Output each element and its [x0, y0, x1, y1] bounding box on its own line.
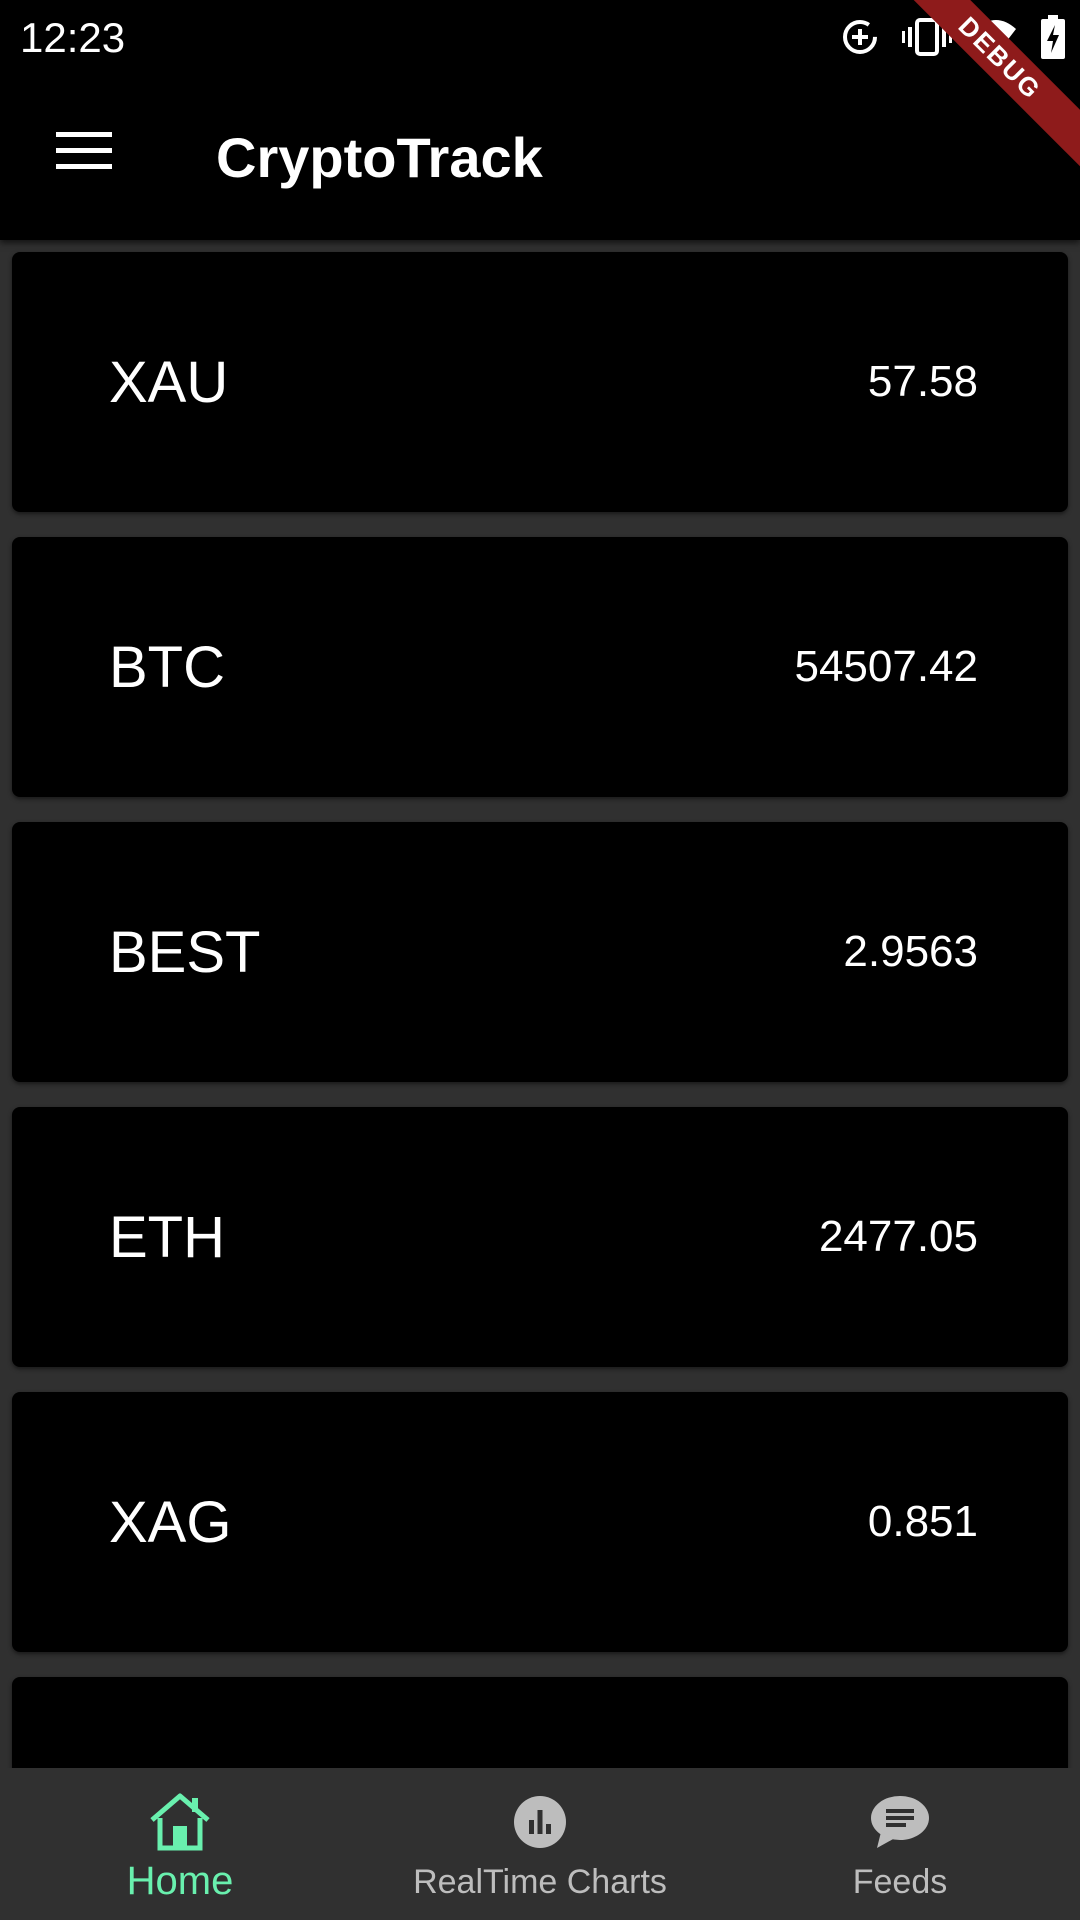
asset-card[interactable]: XAG 0.851 [12, 1392, 1068, 1652]
asset-card[interactable]: BEST 2.9563 [12, 822, 1068, 1082]
nav-label-home: Home [126, 1859, 234, 1903]
menu-icon [56, 130, 112, 177]
status-time: 12:23 [20, 14, 126, 61]
nav-item-home[interactable]: Home [0, 1768, 360, 1920]
status-bar: 12:23 [0, 0, 1080, 75]
nav-item-realtime-charts[interactable]: RealTime Charts [360, 1768, 720, 1920]
asset-price: 54507.42 [794, 642, 978, 691]
battery-charging-icon [1040, 15, 1066, 59]
chart-icon [510, 1792, 570, 1857]
home-icon [148, 1792, 212, 1857]
data-saver-icon [840, 17, 880, 57]
app-title: CryptoTrack [216, 126, 543, 189]
asset-price: 57.58 [867, 357, 978, 406]
menu-button[interactable] [34, 115, 134, 191]
nav-label-realtime-charts: RealTime Charts [413, 1863, 667, 1901]
asset-price: 2.9563 [843, 927, 978, 976]
chat-bubble-icon [869, 1792, 931, 1857]
asset-symbol: ETH [109, 1204, 225, 1270]
asset-card[interactable] [12, 1677, 1068, 1768]
asset-card[interactable]: ETH 2477.05 [12, 1107, 1068, 1367]
nav-label-feeds: Feeds [852, 1863, 948, 1901]
asset-symbol: BEST [109, 919, 261, 985]
asset-symbol: BTC [109, 634, 225, 700]
asset-card[interactable]: BTC 54507.42 [12, 537, 1068, 797]
asset-list[interactable]: XAU 57.58 BTC 54507.42 BEST 2.9563 ETH 2… [0, 240, 1080, 1768]
asset-symbol: XAU [109, 349, 229, 415]
asset-symbol: XAG [109, 1489, 232, 1555]
app-screen: 12:23 DEBUG CryptoTrack XAU 57.58 BTC 54… [0, 0, 1080, 1920]
nav-item-feeds[interactable]: Feeds [720, 1768, 1080, 1920]
bottom-navigation: Home RealTime Charts Feeds [0, 1768, 1080, 1920]
asset-price: 2477.05 [818, 1212, 978, 1261]
app-bar: CryptoTrack [0, 75, 1080, 240]
asset-price: 0.851 [867, 1497, 978, 1546]
asset-card[interactable]: XAU 57.58 [12, 252, 1068, 512]
